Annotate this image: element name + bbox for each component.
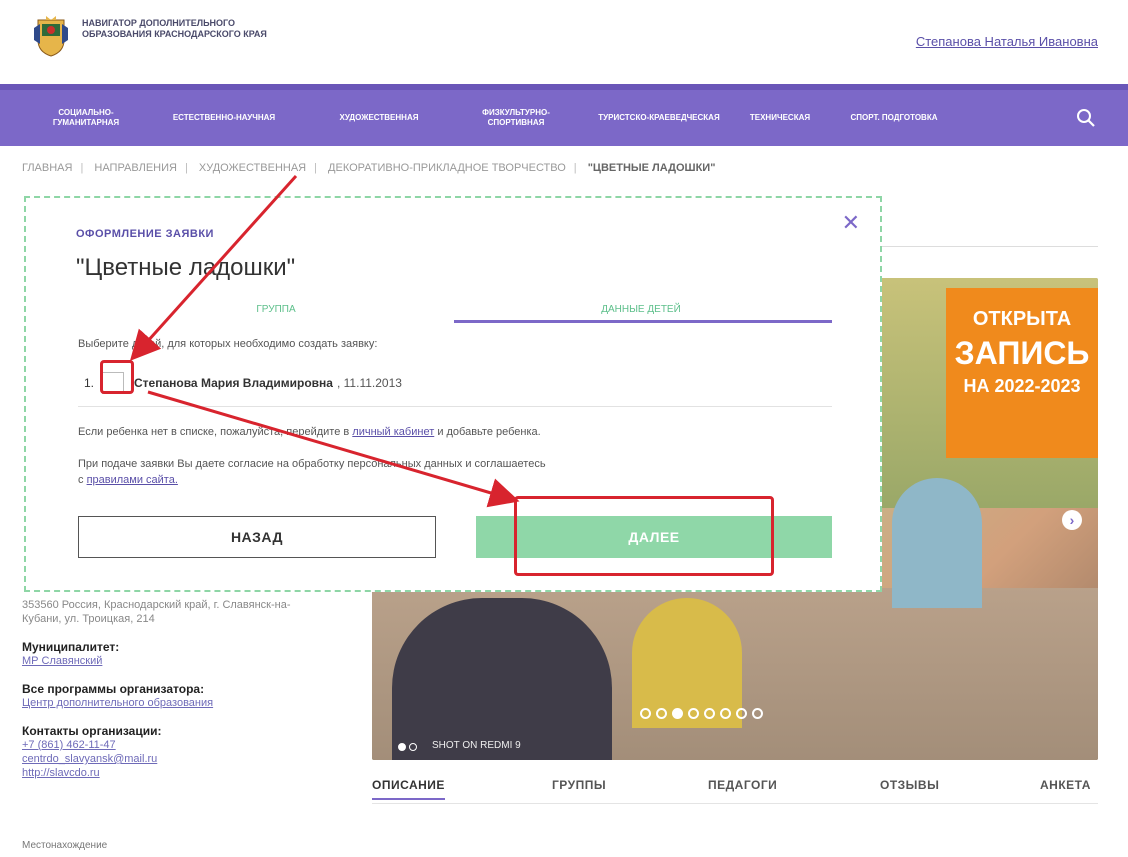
carousel-dot[interactable] xyxy=(736,708,747,719)
user-profile-link[interactable]: Степанова Наталья Ивановна xyxy=(916,34,1098,49)
active-step-indicator xyxy=(454,320,832,323)
choose-children-text: Выберите детей, для которых необходимо с… xyxy=(78,338,378,350)
carousel-next-icon[interactable]: › xyxy=(1062,510,1082,530)
title-underline xyxy=(860,246,1098,247)
nav-item-sport[interactable]: ФИЗКУЛЬТУРНО-СПОРТИВНАЯ xyxy=(456,90,576,146)
email-link[interactable]: centrdo_slavyansk@mail.ru xyxy=(22,752,302,766)
personal-account-link[interactable]: личный кабинет xyxy=(352,426,434,438)
breadcrumb-home[interactable]: ГЛАВНАЯ xyxy=(22,162,72,174)
search-icon[interactable] xyxy=(1076,108,1096,128)
nav-item-tourism[interactable]: ТУРИСТСКО-КРАЕВЕДЧЕСКАЯ xyxy=(596,90,722,146)
checkbox-highlight-box xyxy=(100,360,134,394)
organization-info: 353560 Россия, Краснодарский край, г. Сл… xyxy=(22,598,302,780)
nav-item-natural-science[interactable]: ЕСТЕСТВЕННО-НАУЧНАЯ xyxy=(166,90,282,146)
camera-watermark: SHOT ON REDMI 9 xyxy=(432,740,521,751)
modal-heading: ОФОРМЛЕНИЕ ЗАЯВКИ xyxy=(76,228,214,240)
consent-text: При подаче заявки Вы даете согласие на о… xyxy=(78,456,758,488)
child-name: Степанова Мария Владимировна xyxy=(134,376,333,390)
main-nav: СОЦИАЛЬНО-ГУМАНИТАРНАЯ ЕСТЕСТВЕННО-НАУЧН… xyxy=(0,84,1128,146)
hint-text-after: и добавьте ребенка. xyxy=(437,426,541,438)
promo-line-1: ОТКРЫТА xyxy=(972,308,1072,330)
program-tabs: ОПИСАНИЕ ГРУППЫ ПЕДАГОГИ ОТЗЫВЫ АНКЕТА xyxy=(372,778,1098,804)
photo-child-1 xyxy=(392,598,612,760)
location-footer: Местонахождение xyxy=(0,836,1128,857)
enrollment-promo-banner: ОТКРЫТА ЗАПИСЬ НА 2022-2023 xyxy=(946,288,1098,458)
site-logo-text[interactable]: НАВИГАТОР ДОПОЛНИТЕЛЬНОГО ОБРАЗОВАНИЯ КР… xyxy=(82,18,302,40)
carousel-dots xyxy=(640,708,763,719)
coat-of-arms-logo[interactable] xyxy=(32,14,70,58)
tab-teachers[interactable]: ПЕДАГОГИ xyxy=(708,778,777,792)
site-header: НАВИГАТОР ДОПОЛНИТЕЛЬНОГО ОБРАЗОВАНИЯ КР… xyxy=(0,0,1128,82)
carousel-dot[interactable] xyxy=(640,708,651,719)
modal-divider xyxy=(78,406,832,407)
next-button-highlight-box xyxy=(514,496,774,576)
municipality-label: Муниципалитет: xyxy=(22,640,120,654)
step-tab-group[interactable]: ГРУППА xyxy=(226,304,326,315)
camera-watermark-dots xyxy=(398,743,417,751)
child-birthdate: , 11.11.2013 xyxy=(336,376,402,390)
consent-text-main: При подаче заявки Вы даете согласие на о… xyxy=(78,458,546,470)
step-tab-children-data[interactable]: ДАННЫЕ ДЕТЕЙ xyxy=(566,304,716,315)
carousel-dot[interactable] xyxy=(704,708,715,719)
nav-item-technical[interactable]: ТЕХНИЧЕСКАЯ xyxy=(734,90,826,146)
promo-line-2: ЗАПИСЬ xyxy=(954,335,1090,371)
missing-child-hint: Если ребенка нет в списке, пожалуйста, п… xyxy=(78,426,541,438)
breadcrumb-directions[interactable]: НАПРАВЛЕНИЯ xyxy=(94,162,177,174)
organization-address: 353560 Россия, Краснодарский край, г. Сл… xyxy=(22,599,291,625)
promo-line-3: НА 2022-2023 xyxy=(963,376,1081,396)
carousel-dot[interactable] xyxy=(752,708,763,719)
breadcrumb-art[interactable]: ХУДОЖЕСТВЕННАЯ xyxy=(199,162,306,174)
child-row: 1. Степанова Мария Владимировна , 11.11.… xyxy=(84,370,834,396)
nav-item-sport-training[interactable]: СПОРТ. ПОДГОТОВКА xyxy=(832,90,956,146)
carousel-dot-active[interactable] xyxy=(672,708,683,719)
carousel-dot[interactable] xyxy=(688,708,699,719)
tab-questionnaire[interactable]: АНКЕТА xyxy=(1040,778,1091,792)
nav-item-art[interactable]: ХУДОЖЕСТВЕННАЯ xyxy=(316,90,442,146)
phone-link[interactable]: +7 (861) 462-11-47 xyxy=(22,738,302,752)
organizer-programs-link[interactable]: Центр дополнительного образования xyxy=(22,696,302,710)
tab-reviews[interactable]: ОТЗЫВЫ xyxy=(880,778,939,792)
breadcrumb: ГЛАВНАЯ | НАПРАВЛЕНИЯ | ХУДОЖЕСТВЕННАЯ | ДЕ… xyxy=(22,162,716,174)
consent-text-with: с xyxy=(78,474,84,486)
breadcrumb-decorative[interactable]: ДЕКОРАТИВНО-ПРИКЛАДНОЕ ТВОРЧЕСТВО xyxy=(328,162,566,174)
programs-label: Все программы организатора: xyxy=(22,682,205,696)
website-link[interactable]: http://slavcdo.ru xyxy=(22,766,302,780)
carousel-dot[interactable] xyxy=(656,708,667,719)
back-button[interactable]: НАЗАД xyxy=(78,516,436,558)
hint-text-before: Если ребенка нет в списке, пожалуйста, п… xyxy=(78,426,350,438)
photo-child-3 xyxy=(892,478,982,608)
breadcrumb-current: "ЦВЕТНЫЕ ЛАДОШКИ" xyxy=(587,162,716,174)
carousel-dot[interactable] xyxy=(720,708,731,719)
contacts-label: Контакты организации: xyxy=(22,724,162,738)
nav-item-socio-humanitarian[interactable]: СОЦИАЛЬНО-ГУМАНИТАРНАЯ xyxy=(28,90,144,146)
modal-program-title: "Цветные ладошки" xyxy=(76,254,296,281)
site-rules-link[interactable]: правилами сайта. xyxy=(87,474,178,486)
tab-groups[interactable]: ГРУППЫ xyxy=(552,778,606,792)
tab-description[interactable]: ОПИСАНИЕ xyxy=(372,778,445,800)
close-icon[interactable]: ✕ xyxy=(842,210,860,236)
municipality-link[interactable]: МР Славянский xyxy=(22,654,302,668)
